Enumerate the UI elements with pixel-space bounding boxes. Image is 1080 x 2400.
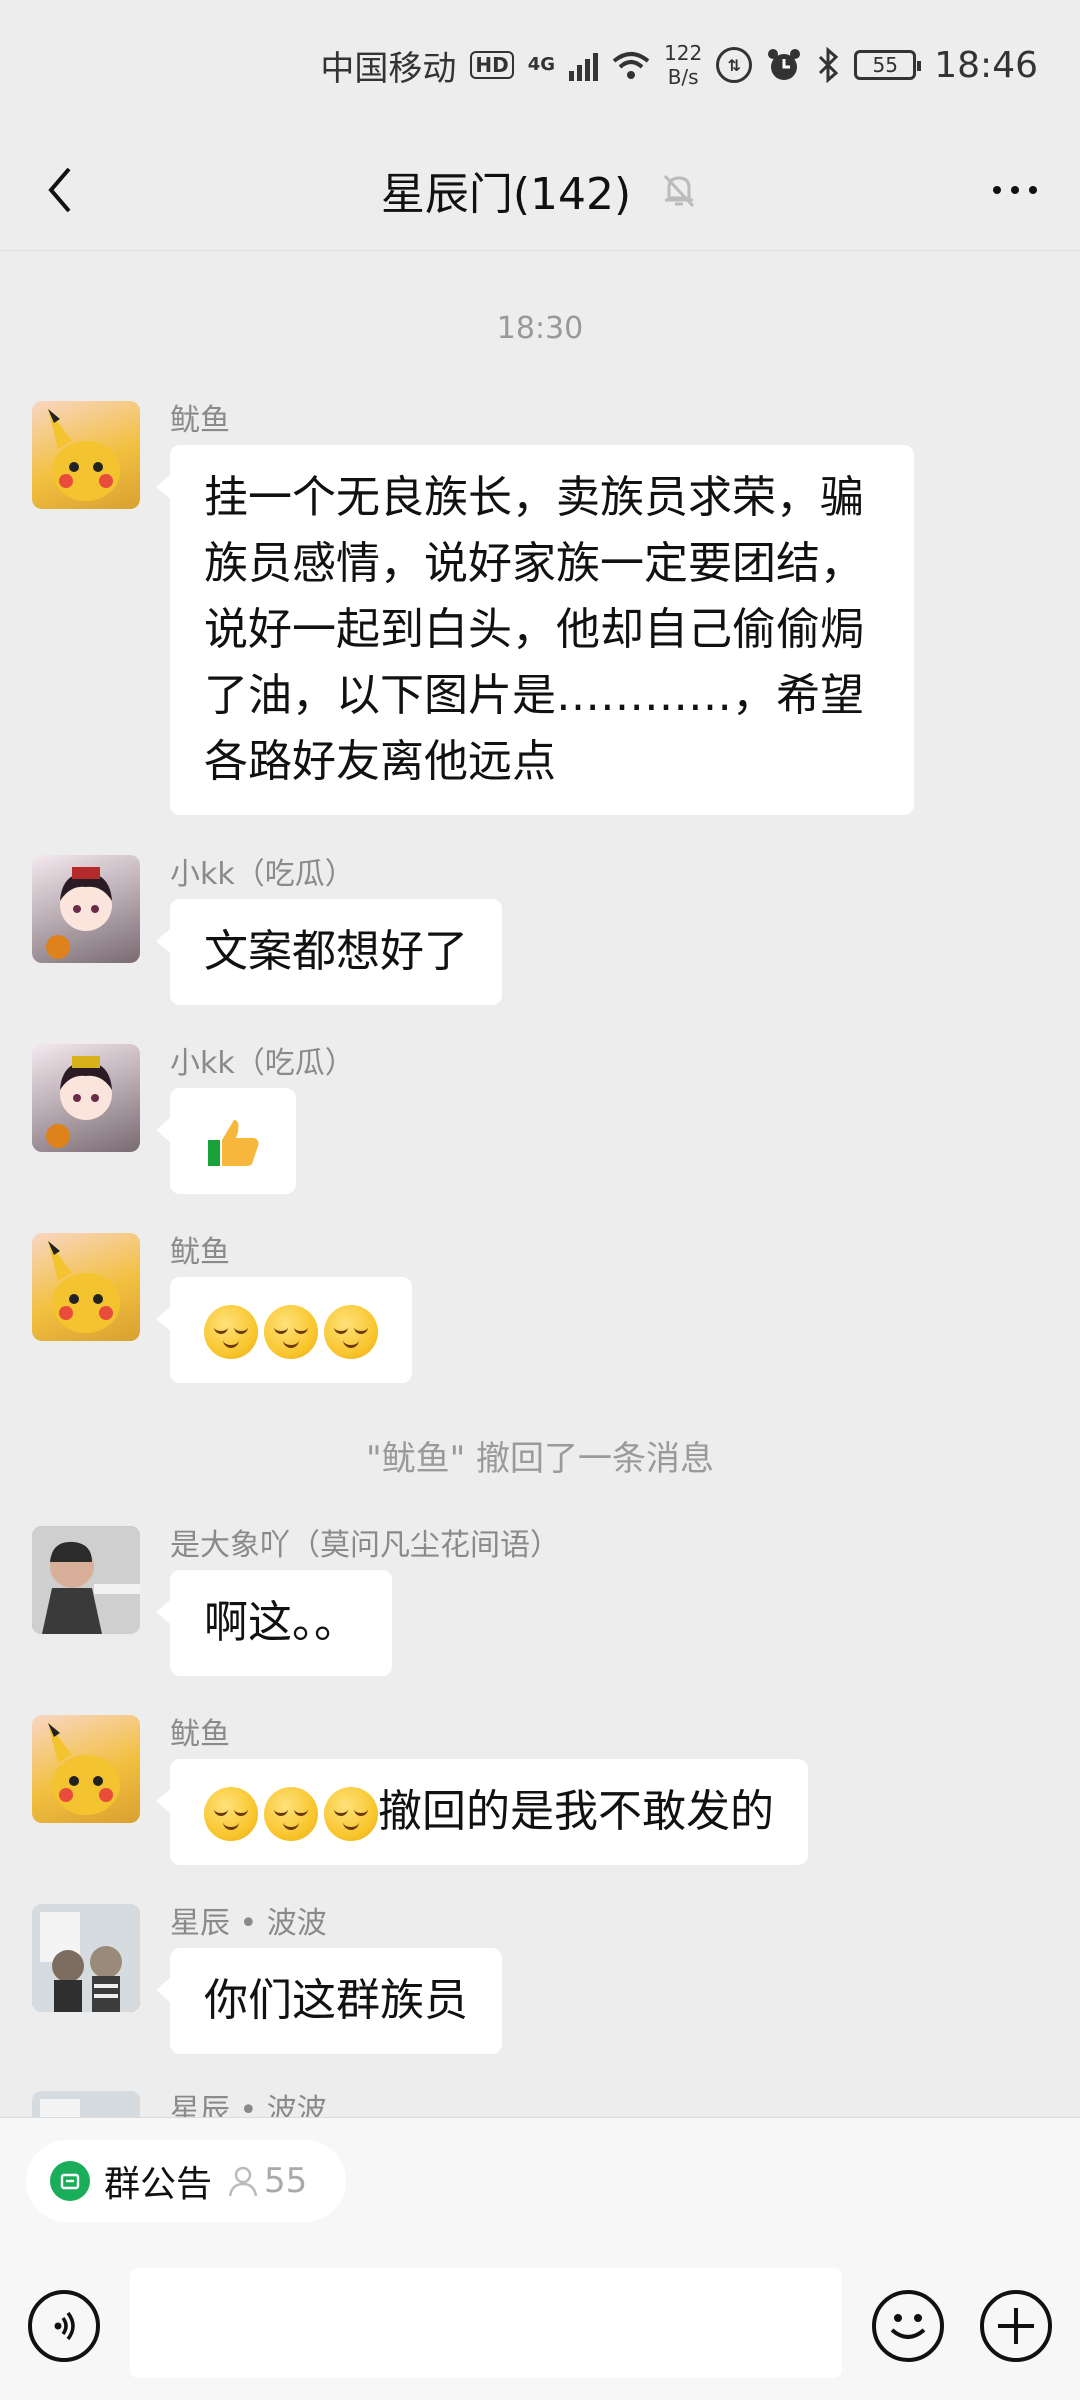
net-speed-value: 122 [664,41,703,65]
pikachu-avatar [48,409,120,501]
cats-avatar [32,1904,140,2012]
more-actions-button[interactable] [980,2290,1052,2362]
message-item: 星辰 • 波波 你们这群族员 [32,1904,502,2054]
wifi-icon [612,52,650,79]
avatar[interactable] [32,401,140,509]
plus-icon [998,2308,1034,2344]
message-bubble[interactable]: 你们这群族员 [156,1948,502,2054]
emoji-group [204,1787,378,1841]
message-body: 小kk（吃瓜） [156,1044,355,1194]
message-bubble[interactable]: 啊这。。 [156,1570,392,1676]
chat-screen: 中国移动 HD 4G 122 B/s ⇅ 55 18:46 星辰门(142) 1… [0,0,1080,2400]
recall-notice: "鱿鱼" 撤回了一条消息 [365,1439,715,1479]
pikachu-avatar [48,1241,120,1333]
member-count-value: 55 [264,2161,308,2201]
smirk-face-icon [204,1305,258,1359]
chevron-left-icon [48,167,71,213]
bluetooth-icon [819,47,839,83]
battery-level: 55 [872,53,898,77]
sender-name: 星辰 • 波波 [170,2093,327,2117]
message-body: 星辰 • 波波 你们这群族员 [156,1904,502,2054]
avatar[interactable] [32,1233,140,1341]
avatar[interactable] [32,1904,140,2012]
relieved-face-icon [204,1787,258,1841]
message-bubble[interactable]: 撤回的是我不敢发的 [156,1759,808,1865]
smirk-face-icon [264,1305,318,1359]
relieved-face-icon [324,1787,378,1841]
emoji-group [204,1305,378,1359]
avatar[interactable] [32,2091,140,2117]
more-button[interactable] [980,160,1050,220]
group-notice-label: 群公告 [104,2164,213,2205]
group-title[interactable]: 星辰门(142) [381,158,631,222]
anime-girl-avatar [46,867,112,959]
input-area: 群公告 55 [0,2117,1080,2400]
cats-avatar [32,2091,140,2117]
bell-off-icon [664,174,695,208]
avatar[interactable] [32,855,140,963]
sender-name: 星辰 • 波波 [170,1906,327,1941]
net-speed: 122 B/s [664,41,702,89]
input-row [0,2268,1080,2378]
more-icon [993,186,1001,194]
group-notice-button[interactable]: 群公告 55 [26,2140,346,2222]
sender-name: 鱿鱼 [170,403,230,438]
emoji-button[interactable] [872,2290,944,2362]
message-body: 是大象吖（莫问凡尘花间语） 啊这。。 [156,1526,560,1676]
message-text: 撤回的是我不敢发的 [378,1786,774,1837]
net-speed-unit: B/s [667,65,699,89]
avatar[interactable] [32,1044,140,1152]
message-item: 是大象吖（莫问凡尘花间语） 啊这。。 [32,1526,560,1676]
title-group: 星辰门(142) [381,158,699,222]
member-count: 55 [226,2161,307,2201]
notice-icon [50,2161,90,2201]
avatar[interactable] [32,1526,140,1634]
smirk-face-icon [324,1305,378,1359]
message-item: 鱿鱼 挂一个无良族长，卖族员求荣，骗族员感情，说好家族一定要团结，说好一起到白头… [32,401,914,815]
voice-button[interactable] [28,2290,100,2362]
baby-avatar [32,1526,140,1634]
battery-icon: 55 [854,50,922,80]
message-input[interactable] [130,2268,842,2378]
carrier-label: 中国移动 [320,48,457,89]
message-list[interactable]: 18:30 鱿鱼 挂一个无良族长，卖族员求荣，骗族员感情，说好家族一定要团结，说… [0,251,1080,2117]
sender-name: 小kk（吃瓜） [170,1046,355,1081]
emoji-icon [890,2314,926,2339]
message-item: 小kk（吃瓜） 文案都想好了 [32,855,502,1005]
message-bubble[interactable] [156,1277,412,1383]
message-bubble[interactable] [156,1088,296,1194]
message-body: 鱿鱼 挂一个无良族长，卖族员求荣，骗族员感情，说好家族一定要团结，说好一起到白头… [156,401,914,815]
sender-name: 鱿鱼 [170,1717,230,1752]
status-bar: 中国移动 HD 4G 122 B/s ⇅ 55 18:46 [0,0,1080,130]
message-item: 鱿鱼 [32,1233,412,1383]
message-bubble[interactable]: 挂一个无良族长，卖族员求荣，骗族员感情，说好家族一定要团结，说好一起到白头，他却… [156,445,914,815]
sender-name: 小kk（吃瓜） [170,857,355,892]
pikachu-avatar [48,1723,120,1815]
anime-girl-avatar [46,1056,112,1148]
timestamp: 18:30 [496,311,584,346]
signal-icon [569,49,599,81]
voice-icon [54,2311,75,2341]
message-bubble[interactable]: 文案都想好了 [156,899,502,1005]
message-body: 小kk（吃瓜） 文案都想好了 [156,855,502,1005]
message-item: 小kk（吃瓜） [32,1044,355,1194]
clock: 18:46 [934,44,1038,86]
network-type-label: 4G [527,54,556,75]
hd-badge: HD [470,51,514,79]
sender-name: 鱿鱼 [170,1235,230,1270]
data-saver-icon: ⇅ [716,47,753,83]
thumbs-up-icon [208,1120,259,1166]
back-button[interactable] [30,160,90,220]
message-body: 鱿鱼 撤回的是我不敢发的 [156,1715,808,1865]
person-icon [228,2166,258,2197]
alarm-icon [768,49,801,80]
message-body: 鱿鱼 [156,1233,412,1383]
sender-name: 是大象吖（莫问凡尘花间语） [170,1528,560,1563]
chat-header: 星辰门(142) [0,130,1080,251]
message-item: 鱿鱼 撤回的是我不敢发的 [32,1715,808,1865]
message-body: 星辰 • 波波 [170,2091,327,2117]
message-item: 星辰 • 波波 [32,2091,327,2117]
avatar[interactable] [32,1715,140,1823]
relieved-face-icon [264,1787,318,1841]
